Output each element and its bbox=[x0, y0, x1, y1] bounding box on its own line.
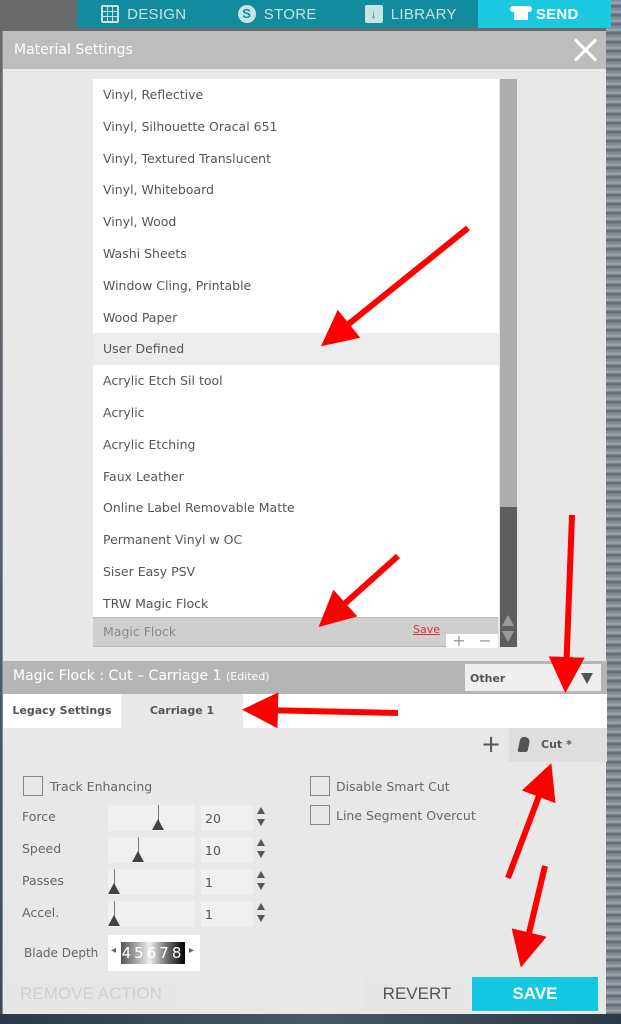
dialog-header: Material Settings bbox=[3, 31, 606, 69]
tab-legacy-settings[interactable]: Legacy Settings bbox=[3, 694, 121, 728]
material-list-item[interactable]: Washi Sheets bbox=[93, 238, 499, 270]
material-list-item[interactable]: Acrylic bbox=[93, 397, 499, 429]
slider-label: Accel. bbox=[22, 905, 60, 920]
setting-slider[interactable] bbox=[108, 837, 194, 863]
tab-store-label: STORE bbox=[263, 5, 317, 23]
action-row: + Cut * bbox=[3, 728, 607, 762]
add-remove-controls: + − bbox=[446, 633, 498, 649]
cut-action-label: Cut * bbox=[541, 738, 572, 751]
tab-library-label: LIBRARY bbox=[390, 5, 457, 23]
slider-thumb[interactable] bbox=[108, 915, 120, 926]
tab-store[interactable]: S STORE bbox=[211, 0, 345, 28]
setting-value-input[interactable]: 1 bbox=[201, 869, 253, 895]
setting-value-input[interactable]: 10 bbox=[201, 837, 253, 863]
grid-icon bbox=[101, 5, 120, 23]
edited-label: (Edited) bbox=[225, 670, 270, 683]
setting-slider[interactable] bbox=[108, 901, 194, 927]
setting-value-input[interactable]: 1 bbox=[201, 901, 253, 927]
scroll-up-icon[interactable] bbox=[502, 615, 514, 626]
material-title-text: Magic Flock : Cut – Carriage 1 bbox=[13, 668, 222, 684]
material-category-select[interactable]: Other bbox=[465, 664, 601, 691]
slider-label: Passes bbox=[22, 873, 64, 888]
remove-action-button[interactable]: REMOVE ACTION bbox=[6, 977, 176, 1011]
material-list-panel: Vinyl, Reflective Vinyl, Silhouette Oraca… bbox=[93, 79, 517, 649]
settings-tabs: Legacy Settings Carriage 1 bbox=[3, 694, 607, 728]
material-list-item[interactable]: Permanent Vinyl w OC bbox=[93, 524, 499, 556]
desktop-background bbox=[606, 0, 621, 1024]
material-list-item[interactable]: Faux Leather bbox=[93, 461, 499, 493]
material-category-value: Other bbox=[470, 672, 506, 685]
tab-design-label: DESIGN bbox=[127, 5, 187, 23]
disable-smart-cut-label: Disable Smart Cut bbox=[336, 779, 450, 794]
arrow-left-icon[interactable]: ◂ bbox=[111, 945, 116, 956]
material-title: Magic Flock : Cut – Carriage 1 (Edited) bbox=[13, 668, 270, 684]
blade-icon bbox=[517, 737, 531, 752]
stepper-icon[interactable] bbox=[256, 870, 266, 894]
blade-depth-label: Blade Depth bbox=[24, 946, 99, 960]
material-list-item[interactable]: Vinyl, Wood bbox=[93, 206, 499, 238]
tab-send-label: SEND bbox=[535, 5, 579, 23]
slider-label: Force bbox=[22, 809, 56, 824]
add-action-button[interactable]: + bbox=[481, 731, 501, 757]
setting-slider[interactable] bbox=[108, 805, 194, 831]
slider-thumb[interactable] bbox=[108, 883, 120, 894]
track-enhancing-label: Track Enhancing bbox=[50, 779, 153, 794]
material-list-item[interactable]: Wood Paper bbox=[93, 302, 499, 334]
cut-action-tab[interactable]: Cut * bbox=[509, 728, 607, 762]
material-list-item[interactable]: Vinyl, Reflective bbox=[93, 79, 499, 111]
library-icon: ↓ bbox=[364, 5, 383, 23]
remove-material-button[interactable]: − bbox=[478, 633, 491, 649]
line-segment-overcut-label: Line Segment Overcut bbox=[336, 808, 476, 823]
tab-library[interactable]: ↓ LIBRARY bbox=[344, 0, 478, 28]
material-header-bar: Magic Flock : Cut – Carriage 1 (Edited) … bbox=[3, 661, 607, 694]
tab-send[interactable]: SEND bbox=[477, 0, 611, 28]
top-navigation: DESIGN S STORE ↓ LIBRARY SEND bbox=[77, 0, 611, 28]
scrollbar[interactable] bbox=[500, 79, 517, 647]
send-icon bbox=[509, 5, 532, 23]
dialog-title: Material Settings bbox=[14, 42, 133, 58]
stepper-icon[interactable] bbox=[256, 806, 266, 830]
material-list-item[interactable]: Vinyl, Textured Translucent bbox=[93, 143, 499, 175]
setting-value-input[interactable]: 20 bbox=[201, 805, 253, 831]
slider-label: Speed bbox=[22, 841, 62, 856]
stepper-icon[interactable] bbox=[256, 902, 266, 926]
slider-thumb[interactable] bbox=[132, 851, 145, 862]
blade-depth-dial[interactable]: 45678 bbox=[121, 942, 185, 964]
revert-button[interactable]: REVERT bbox=[364, 977, 470, 1011]
stepper-icon[interactable] bbox=[256, 838, 266, 862]
setting-slider[interactable] bbox=[108, 869, 194, 895]
material-edit-row[interactable]: Magic Flock Save + − bbox=[93, 617, 498, 649]
disable-smart-cut-checkbox[interactable] bbox=[310, 776, 330, 796]
arrow-right-icon[interactable]: ▸ bbox=[189, 945, 194, 956]
store-icon: S bbox=[237, 5, 256, 23]
material-edit-name[interactable]: Magic Flock bbox=[103, 624, 176, 639]
material-list[interactable]: Vinyl, Reflective Vinyl, Silhouette Oraca… bbox=[93, 79, 499, 617]
save-button[interactable]: SAVE bbox=[472, 977, 598, 1011]
material-list-item[interactable]: Acrylic Etching bbox=[93, 429, 499, 461]
material-list-item[interactable]: Online Label Removable Matte bbox=[93, 492, 499, 524]
material-list-item[interactable]: TRW Magic Flock bbox=[93, 588, 499, 617]
material-settings-dialog: Material Settings Vinyl, Reflective Vinyl… bbox=[2, 31, 607, 1014]
chevron-down-icon bbox=[581, 673, 593, 684]
line-segment-overcut-checkbox[interactable] bbox=[310, 805, 330, 825]
material-list-item[interactable]: Vinyl, Silhouette Oracal 651 bbox=[93, 111, 499, 143]
material-list-item[interactable]: Window Cling, Printable bbox=[93, 270, 499, 302]
blade-depth-control: ◂ 45678 ▸ bbox=[108, 935, 200, 971]
add-material-button[interactable]: + bbox=[452, 633, 465, 649]
material-list-item[interactable]: Siser Easy PSV bbox=[93, 556, 499, 588]
material-list-item[interactable]: User Defined bbox=[93, 333, 499, 366]
material-list-item[interactable]: Acrylic Etch Sil tool bbox=[93, 365, 499, 397]
scroll-down-icon[interactable] bbox=[502, 631, 514, 642]
track-enhancing-checkbox[interactable] bbox=[23, 776, 43, 796]
material-save-link[interactable]: Save bbox=[413, 623, 440, 636]
close-icon[interactable] bbox=[570, 35, 600, 65]
desktop-background-bottom bbox=[0, 1014, 621, 1024]
material-list-item[interactable]: Vinyl, Whiteboard bbox=[93, 174, 499, 206]
slider-thumb[interactable] bbox=[152, 819, 165, 830]
scrollbar-track[interactable] bbox=[500, 79, 517, 507]
tab-carriage-1[interactable]: Carriage 1 bbox=[121, 694, 243, 728]
tab-design[interactable]: DESIGN bbox=[77, 0, 211, 28]
